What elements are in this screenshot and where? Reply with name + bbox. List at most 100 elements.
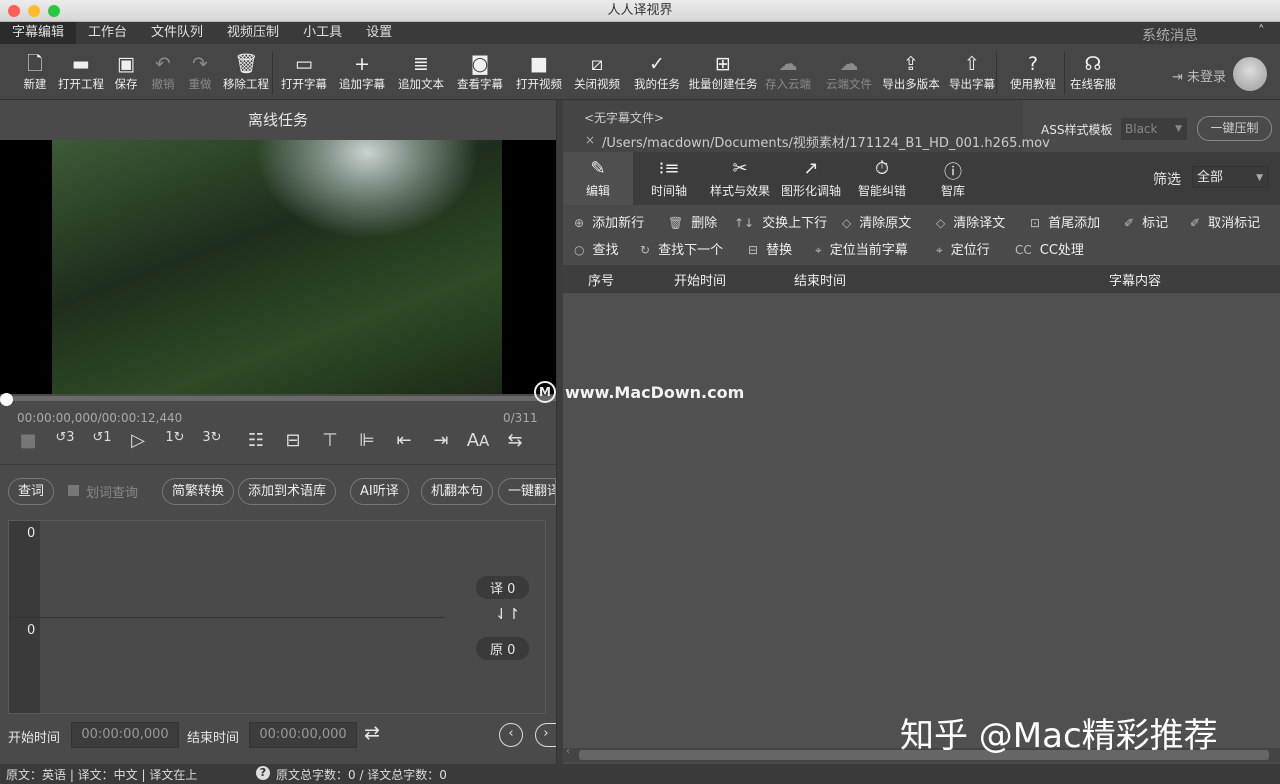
adjust-icon[interactable]: ☷ <box>243 430 269 451</box>
tab-5[interactable]: ⓘ 智库 <box>918 152 988 205</box>
one-click-translate-button[interactable]: 一键翻译 <box>498 478 556 505</box>
forward-1-icon[interactable]: 1↻ <box>162 430 188 445</box>
move-end-icon[interactable]: ⇥ <box>428 430 454 451</box>
action-actions_row1-0[interactable]: ⊕ 添加新行 <box>574 212 644 231</box>
swap-icon[interactable]: ⇆ <box>502 430 528 451</box>
menu-settings[interactable]: 设置 <box>354 22 404 44</box>
one-click-burn-button[interactable]: 一键压制 <box>1197 116 1272 141</box>
simplified-traditional-button[interactable]: 简繁转换 <box>162 478 235 505</box>
system-message[interactable]: 系统消息 <box>1142 25 1198 45</box>
toolbar-button-17[interactable]: ⇧ 导出字幕 <box>949 52 995 92</box>
tab-1[interactable]: ⁝≡ 时间轴 <box>634 152 704 205</box>
progress-handle[interactable] <box>0 393 13 406</box>
text-editor-area[interactable]: 0 0 译 0 ⇃↾ 原 0 <box>8 520 546 714</box>
swap-text-icon[interactable]: ⇃↾ <box>495 605 520 623</box>
toolbar-button-0[interactable]: 🗋 新建 <box>24 52 47 92</box>
tab-4[interactable]: ⏱ 智能纠错 <box>847 152 917 205</box>
add-to-glossary-button[interactable]: 添加到术语库 <box>238 478 337 505</box>
column-index[interactable]: 序号 <box>588 270 614 289</box>
align-top-icon[interactable]: ⊤ <box>317 430 343 451</box>
ai-transcribe-button[interactable]: AI听译 <box>350 478 409 505</box>
column-content[interactable]: 字幕内容 <box>1109 270 1161 289</box>
tab-3[interactable]: ↗ 图形化调轴 <box>776 152 846 205</box>
forward-3-icon[interactable]: 3↻ <box>199 430 225 445</box>
menu-video-compress[interactable]: 视频压制 <box>215 22 291 44</box>
machine-translate-button[interactable]: 机翻本句 <box>421 478 494 505</box>
toolbar-button-3[interactable]: ↶ 撤销 <box>152 52 175 92</box>
menu-subtitle-edit[interactable]: 字幕编辑 <box>0 22 77 44</box>
word-lookup-checkbox[interactable] <box>68 485 79 496</box>
move-start-icon[interactable]: ⇤ <box>391 430 417 451</box>
previous-icon[interactable]: ‹ <box>499 723 523 747</box>
tab-2[interactable]: ✂ 样式与效果 <box>705 152 775 205</box>
action-actions_row2-2[interactable]: ⊟ 替换 <box>748 239 792 258</box>
language-status: 原文：英语 | 译文：中文 | 译文在上 <box>6 768 198 782</box>
action-label: CC处理 <box>1039 243 1084 258</box>
action-actions_row1-1[interactable]: 🗑 删除 <box>668 212 717 231</box>
tab-0[interactable]: ✎ 编辑 <box>563 152 633 205</box>
progress-bar[interactable] <box>0 396 556 401</box>
action-actions_row2-5[interactable]: CC CC处理 <box>1015 239 1084 258</box>
action-actions_row1-7[interactable]: ✐ 取消标记 <box>1190 212 1260 231</box>
ass-template-select[interactable]: Black ▼ <box>1121 118 1187 140</box>
menu-file-queue[interactable]: 文件队列 <box>139 22 215 44</box>
swap-time-icon[interactable]: ⇄ <box>364 722 380 744</box>
original-count-badge: 原 0 <box>476 637 530 660</box>
action-actions_row2-4[interactable]: ⌖ 定位行 <box>936 239 990 258</box>
action-actions_row1-6[interactable]: ✐ 标记 <box>1124 212 1168 231</box>
align-left-icon[interactable]: ⊫ <box>354 430 380 451</box>
minimize-window-button[interactable] <box>28 5 40 17</box>
action-actions_row2-0[interactable]: ○ 查找 <box>574 239 619 258</box>
splitter[interactable] <box>556 100 563 764</box>
toolbar-button-9[interactable]: ◙ 查看字幕 <box>457 52 503 92</box>
toolbar-button-11[interactable]: ⧄ 关闭视频 <box>574 52 620 92</box>
toolbar-button-8[interactable]: ≣ 追加文本 <box>398 52 444 92</box>
action-actions_row1-5[interactable]: ⊡ 首尾添加 <box>1030 212 1100 231</box>
action-actions_row2-1[interactable]: ↻ 查找下一个 <box>640 239 723 258</box>
action-actions_row1-2[interactable]: ↑↓ 交换上下行 <box>734 212 827 231</box>
login-status[interactable]: ⇥ 未登录 <box>1172 66 1226 85</box>
video-player[interactable] <box>0 140 556 394</box>
start-time-input[interactable]: 00:00:00,000 <box>71 722 179 748</box>
toolbar-button-1[interactable]: ▬ 打开工程 <box>58 52 104 92</box>
column-end-time[interactable]: 结束时间 <box>794 270 846 289</box>
rewind-3-icon[interactable]: ↺3 <box>52 430 78 445</box>
toolbar-button-6[interactable]: ▭ 打开字幕 <box>281 52 327 92</box>
play-icon[interactable]: ▷ <box>125 430 151 451</box>
toolbar-button-18[interactable]: ? 使用教程 <box>1010 52 1056 92</box>
action-actions_row1-4[interactable]: ◇ 清除译文 <box>936 212 1005 231</box>
action-icon: 🗑 <box>668 216 684 230</box>
end-time-label: 结束时间 <box>187 731 240 746</box>
toolbar-button-5[interactable]: 🗑 移除工程 <box>223 52 269 92</box>
close-file-icon[interactable]: × <box>585 133 595 147</box>
lookup-button[interactable]: 查词 <box>8 478 55 505</box>
subtitle-table-body[interactable] <box>563 293 1280 748</box>
column-start-time[interactable]: 开始时间 <box>674 270 726 289</box>
action-actions_row2-3[interactable]: ⌖ 定位当前字幕 <box>815 239 908 258</box>
toolbar-button-2[interactable]: ▣ 保存 <box>115 52 138 92</box>
filter-select[interactable]: 全部 ▼ <box>1192 166 1269 188</box>
font-size-icon[interactable]: AA <box>465 430 491 451</box>
toolbar-button-19[interactable]: ☊ 在线客服 <box>1070 52 1116 92</box>
close-window-button[interactable] <box>8 5 20 17</box>
help-icon[interactable]: ? <box>256 766 270 780</box>
end-time-input[interactable]: 00:00:00,000 <box>249 722 357 748</box>
menu-workbench[interactable]: 工作台 <box>76 22 139 44</box>
toolbar-button-14[interactable]: ☁ 存入云端 <box>765 52 811 92</box>
menu-tools[interactable]: 小工具 <box>291 22 354 44</box>
toolbar-button-10[interactable]: ■ 打开视频 <box>516 52 562 92</box>
align-center-icon[interactable]: ⊟ <box>280 430 306 451</box>
toolbar-button-15[interactable]: ☁ 云端文件 <box>826 52 872 92</box>
rewind-1-icon[interactable]: ↺1 <box>89 430 115 445</box>
avatar[interactable] <box>1233 57 1267 91</box>
toolbar-button-13[interactable]: ⊞ 批量创建任务 <box>689 52 758 92</box>
collapse-icon[interactable]: ˄ <box>1258 24 1265 39</box>
toolbar-button-7[interactable]: + 追加字幕 <box>339 52 385 92</box>
action-actions_row1-3[interactable]: ◇ 清除原文 <box>842 212 911 231</box>
maximize-window-button[interactable] <box>48 5 60 17</box>
next-icon[interactable]: › <box>535 723 556 747</box>
toolbar-button-4[interactable]: ↷ 重做 <box>189 52 212 92</box>
stop-icon[interactable]: ■ <box>15 430 41 451</box>
toolbar-button-16[interactable]: ⇪ 导出多版本 <box>882 52 940 92</box>
toolbar-button-12[interactable]: ✓ 我的任务 <box>634 52 680 92</box>
